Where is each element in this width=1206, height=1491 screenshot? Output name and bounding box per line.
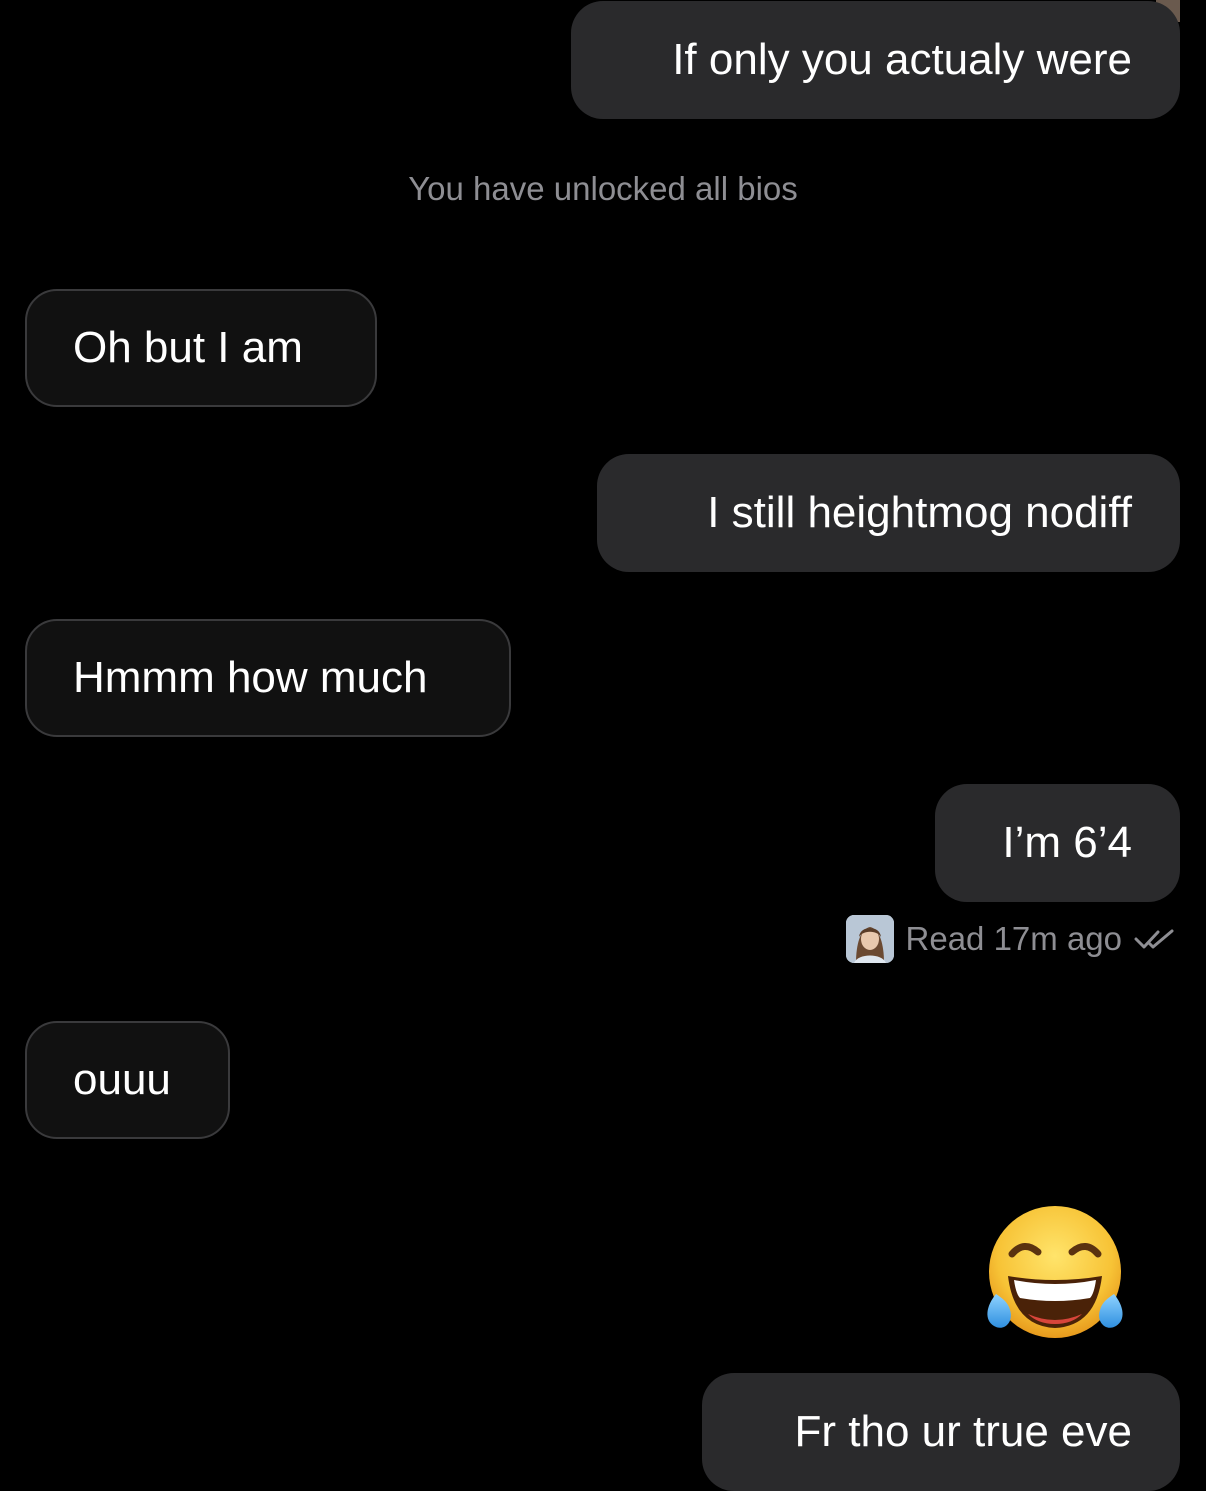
profile-photo-icon bbox=[845, 915, 894, 963]
received-message-bubble[interactable]: ouuu bbox=[25, 1021, 230, 1139]
received-message-bubble[interactable]: Hmmm how much bbox=[25, 619, 511, 737]
received-message-bubble[interactable]: Oh but I am bbox=[25, 289, 377, 407]
sent-message-bubble[interactable]: Fr tho ur true eve bbox=[702, 1373, 1180, 1491]
double-check-icon bbox=[1134, 929, 1174, 949]
message-text: Oh but I am bbox=[73, 323, 303, 372]
read-receipt: Read 17m ago bbox=[845, 913, 1178, 965]
message-text: ouuu bbox=[73, 1055, 171, 1104]
sent-message-bubble[interactable]: I’m 6’4 bbox=[935, 784, 1180, 902]
message-text: I still heightmog nodiff bbox=[707, 488, 1132, 537]
system-notice: You have unlocked all bios bbox=[408, 170, 798, 207]
message-text: Fr tho ur true eve bbox=[794, 1407, 1132, 1456]
message-text: Hmmm how much bbox=[73, 653, 428, 702]
sent-message-bubble[interactable]: I still heightmog nodiff bbox=[597, 454, 1180, 572]
sent-message-bubble[interactable]: If only you actualy were bbox=[571, 1, 1180, 119]
message-text: I’m 6’4 bbox=[1002, 818, 1132, 867]
chat-thread: If only you actualy were You have unlock… bbox=[0, 0, 1206, 1491]
read-receipt-text: Read 17m ago bbox=[905, 920, 1122, 957]
avatar[interactable] bbox=[845, 915, 894, 963]
face-with-tears-of-joy-icon[interactable] bbox=[982, 1202, 1128, 1348]
message-text: If only you actualy were bbox=[672, 35, 1132, 84]
